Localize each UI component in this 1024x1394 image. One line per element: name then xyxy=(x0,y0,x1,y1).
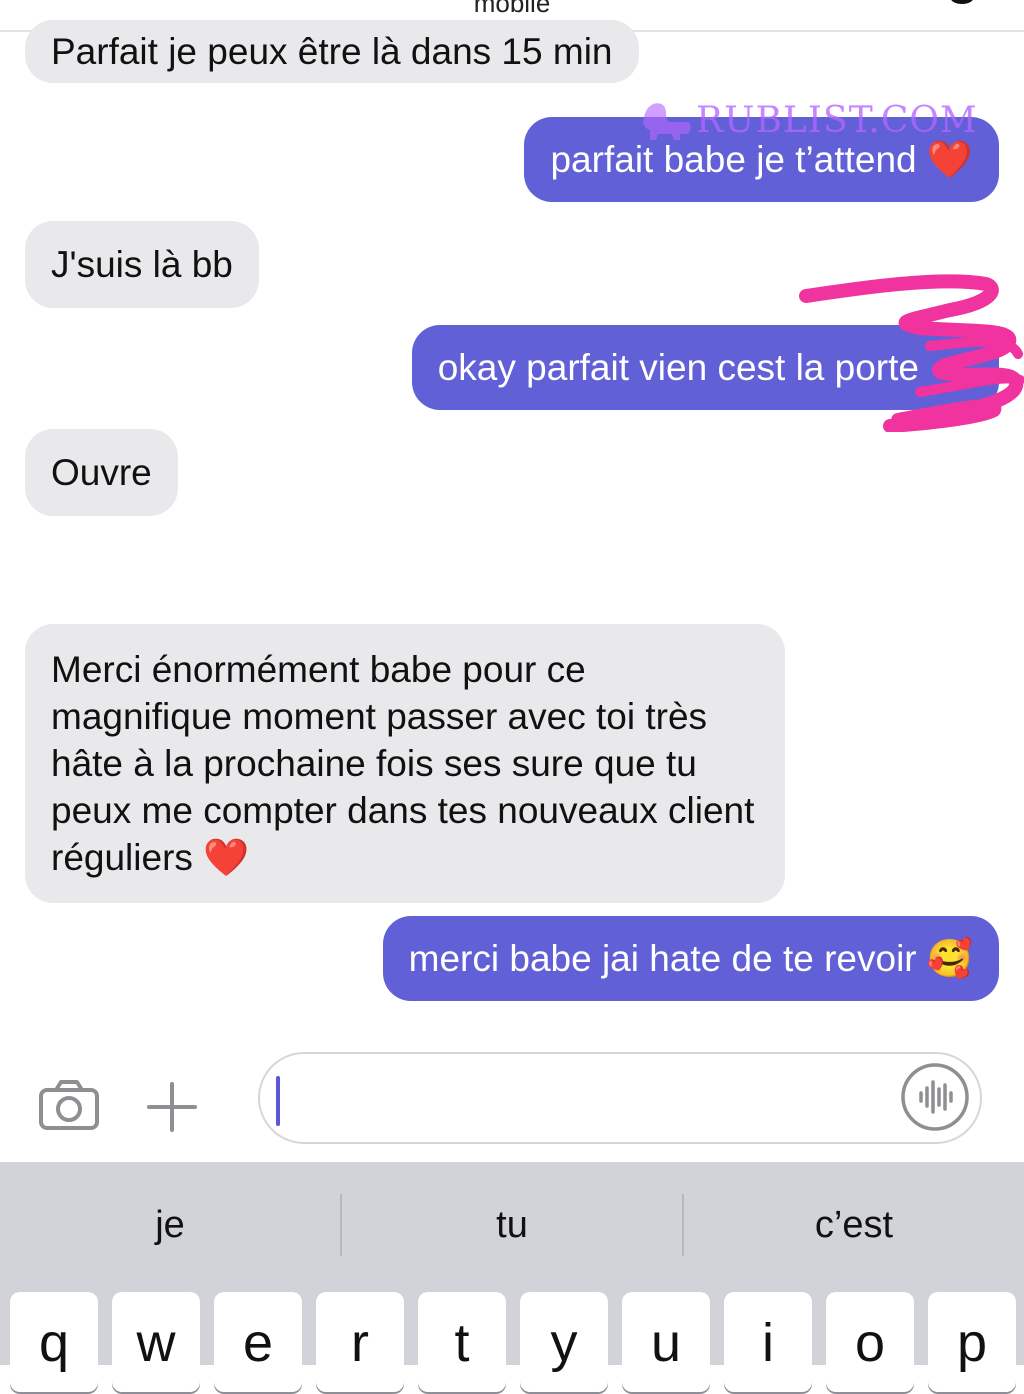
key-q[interactable]: q xyxy=(10,1292,98,1392)
camera-icon[interactable] xyxy=(38,1078,100,1132)
suggestion-tu[interactable]: tu xyxy=(342,1192,682,1258)
suggestion-cest[interactable]: c’est xyxy=(684,1192,1024,1258)
heart-emoji: ❤️ xyxy=(203,836,250,879)
text-cursor xyxy=(276,1076,280,1126)
watermark-text: RUBLIST.COM xyxy=(696,100,978,141)
message-bubble-incoming[interactable]: Ouvre xyxy=(25,429,178,516)
header-corner-icon[interactable] xyxy=(950,0,974,4)
message-bubble-incoming[interactable]: Parfait je peux être là dans 15 min xyxy=(25,20,639,83)
heart-emoji: ❤️ xyxy=(926,138,973,181)
key-y[interactable]: y xyxy=(520,1292,608,1392)
message-text: J'suis là bb xyxy=(51,244,233,285)
message-bubble-incoming[interactable]: Merci énormément babe pour ce magnifique… xyxy=(25,624,785,903)
header-title: mobile xyxy=(473,0,551,18)
keyboard: je tu c’est q w e r t y u i o p xyxy=(0,1162,1024,1392)
suggestion-bar: je tu c’est xyxy=(0,1192,1024,1258)
key-e[interactable]: e xyxy=(214,1292,302,1392)
smiling-face-with-hearts-emoji: 🥰 xyxy=(926,937,973,980)
watermark: RUBLIST.COM xyxy=(640,92,977,148)
key-w[interactable]: w xyxy=(112,1292,200,1392)
message-text: Ouvre xyxy=(51,452,152,493)
key-o[interactable]: o xyxy=(826,1292,914,1392)
key-u[interactable]: u xyxy=(622,1292,710,1392)
plus-icon[interactable] xyxy=(145,1080,199,1134)
redaction-scribble xyxy=(799,274,1024,432)
message-input[interactable] xyxy=(258,1052,982,1144)
message-text: merci babe jai hate de te revoir xyxy=(408,938,917,979)
message-bubble-outgoing[interactable]: merci babe jai hate de te revoir 🥰 xyxy=(382,916,999,1001)
keyboard-top-row: q w e r t y u i o p xyxy=(10,1292,1024,1392)
message-bubble-incoming[interactable]: J'suis là bb xyxy=(25,221,259,308)
key-t[interactable]: t xyxy=(418,1292,506,1392)
key-r[interactable]: r xyxy=(316,1292,404,1392)
key-i[interactable]: i xyxy=(724,1292,812,1392)
dog-logo-icon xyxy=(643,103,691,140)
suggestion-je[interactable]: je xyxy=(0,1192,340,1258)
message-text: Merci énormément babe pour ce magnifique… xyxy=(51,649,755,878)
key-p[interactable]: p xyxy=(928,1292,1016,1392)
message-composer xyxy=(0,1040,1024,1162)
voice-waveform-icon[interactable] xyxy=(900,1062,970,1132)
message-text: Parfait je peux être là dans 15 min xyxy=(51,31,613,72)
